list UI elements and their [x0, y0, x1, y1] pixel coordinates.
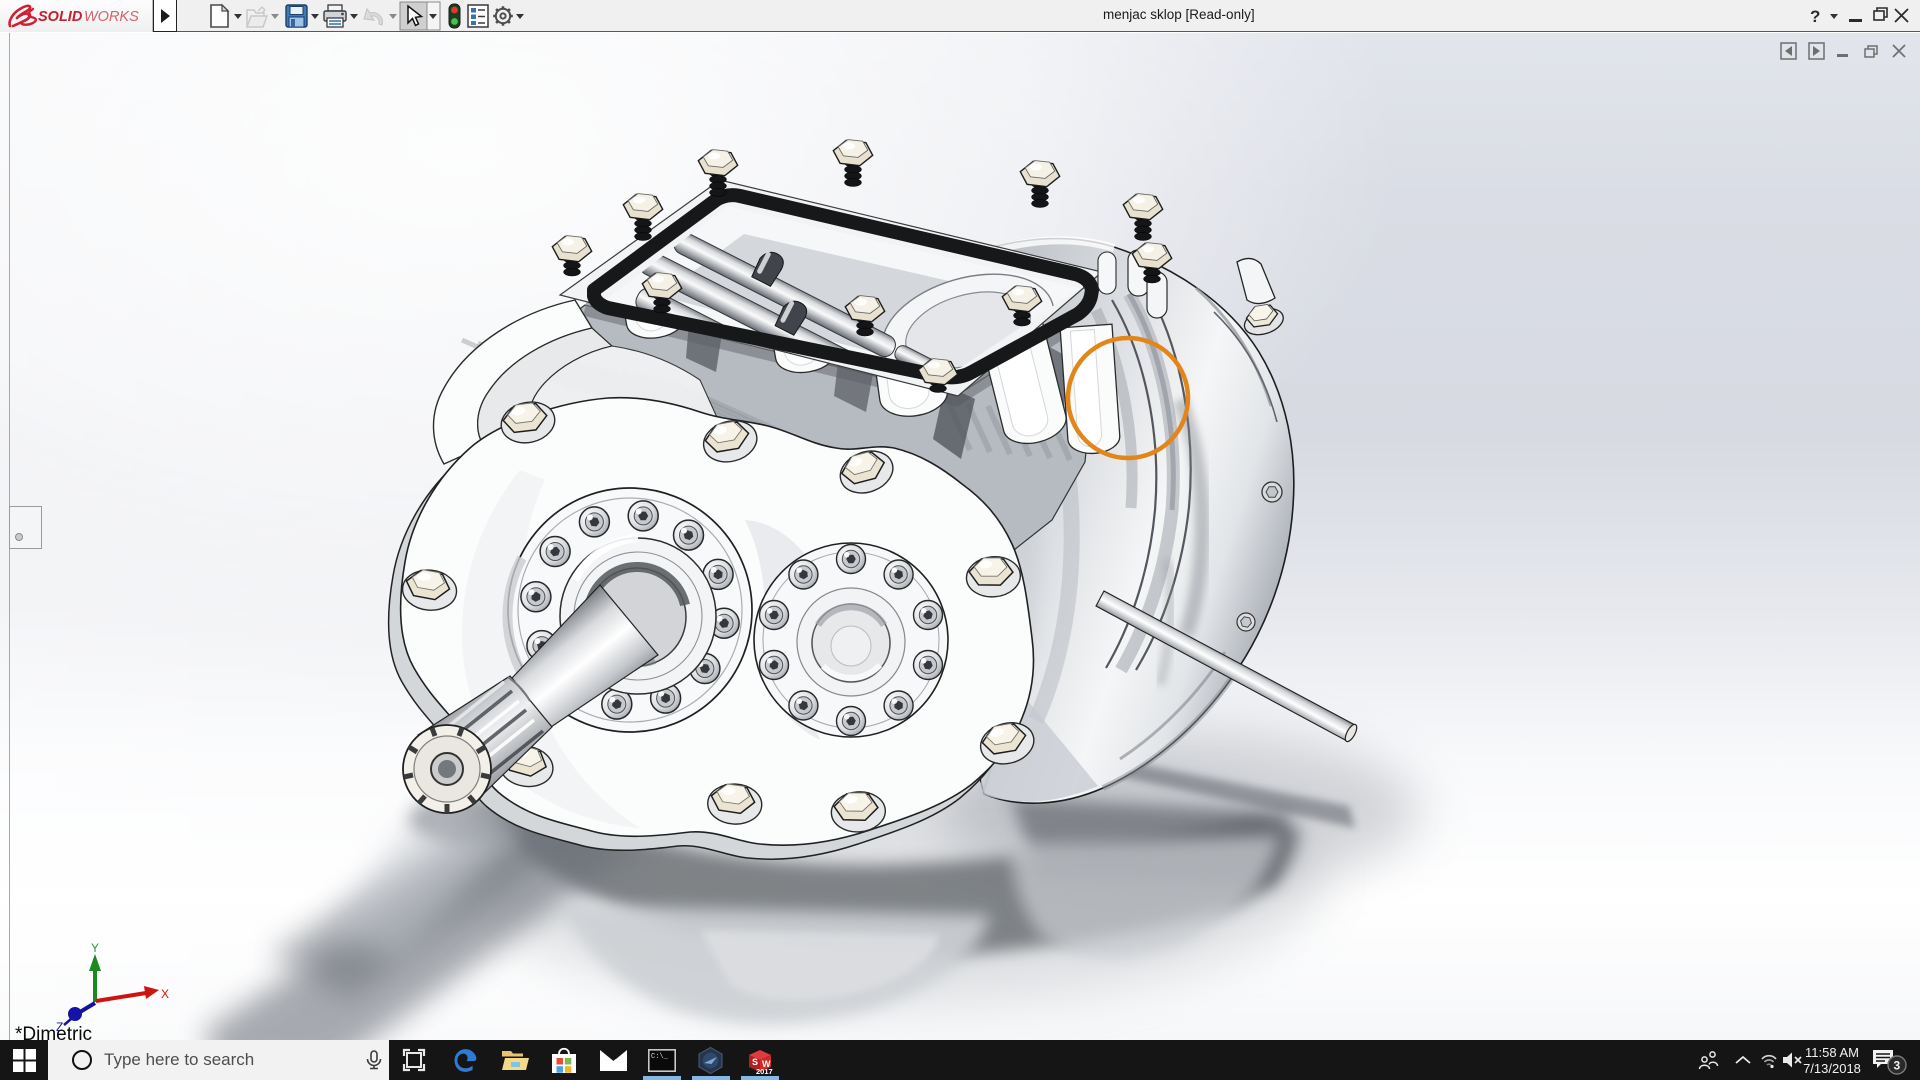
- svg-text:Y: Y: [91, 941, 99, 955]
- svg-text:C:\_: C:\_: [651, 1053, 669, 1061]
- svg-text:11:58 AM: 11:58 AM: [1805, 1045, 1859, 1060]
- svg-text:X: X: [161, 987, 169, 1001]
- svg-text:2017: 2017: [756, 1067, 773, 1075]
- svg-text:S: S: [752, 1057, 758, 1067]
- svg-text:?: ?: [1810, 7, 1820, 26]
- svg-text:7/13/2018: 7/13/2018: [1803, 1061, 1861, 1076]
- svg-text:3: 3: [1894, 1059, 1901, 1073]
